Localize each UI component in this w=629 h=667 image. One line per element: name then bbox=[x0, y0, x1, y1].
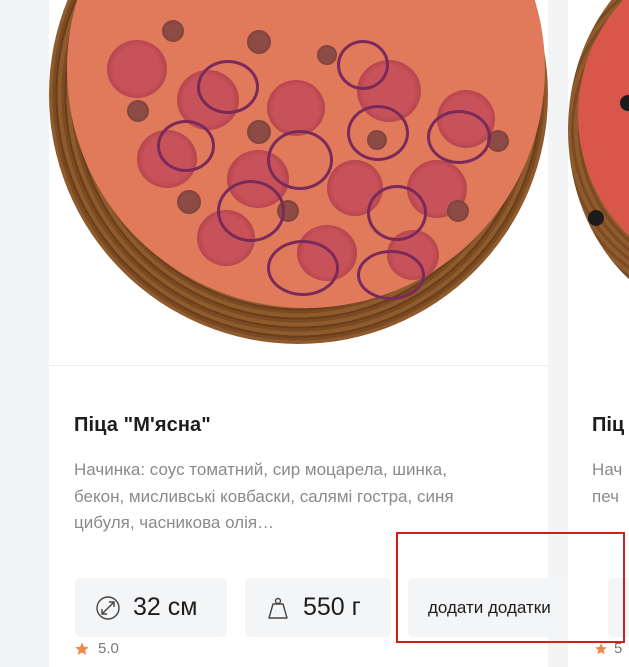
diameter-icon bbox=[96, 595, 120, 620]
weight-value: 550 г bbox=[303, 593, 361, 621]
next-product-description: Нач печ bbox=[592, 457, 622, 510]
product-title[interactable]: Піца "М'ясна" bbox=[74, 414, 211, 437]
star-icon bbox=[595, 642, 607, 654]
size-option[interactable]: 32 см bbox=[75, 578, 227, 637]
next-desc-line-1: Нач bbox=[592, 460, 623, 479]
pizza-image[interactable] bbox=[49, 0, 548, 365]
weight-icon bbox=[268, 597, 288, 619]
next-product-title[interactable]: Піц bbox=[592, 414, 624, 437]
weight-option[interactable]: 550 г bbox=[245, 578, 391, 637]
rating-value: 5.0 bbox=[98, 640, 119, 657]
next-desc-line-2: печ bbox=[592, 486, 619, 506]
rating: 5.0 bbox=[74, 640, 119, 657]
star-icon bbox=[75, 641, 89, 655]
next-pizza-image[interactable] bbox=[568, 0, 629, 330]
size-value: 32 см bbox=[133, 593, 198, 621]
product-description: Начинка: соус томатний, сир моцарела, ши… bbox=[74, 460, 454, 532]
highlight-box bbox=[396, 532, 625, 643]
card-divider bbox=[49, 365, 548, 366]
